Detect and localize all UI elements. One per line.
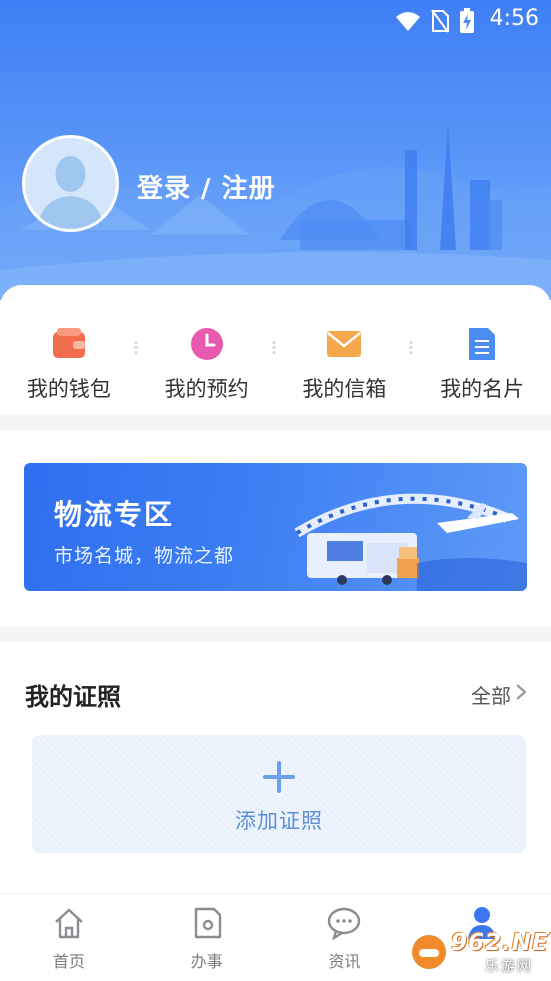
- quick-action-label: 我的预约: [164, 377, 249, 401]
- plus-icon: [263, 761, 295, 793]
- tab-tasks[interactable]: 办事: [138, 894, 276, 981]
- user-silhouette-icon: [25, 138, 116, 229]
- wifi-icon: [396, 12, 420, 31]
- tab-label: 办事: [190, 952, 223, 971]
- logistics-illustration: [294, 493, 527, 591]
- view-all-link[interactable]: 全部: [471, 680, 511, 709]
- tab-label: 首页: [52, 952, 85, 971]
- certificates-section: 我的证照 全部 添加证照: [0, 642, 551, 902]
- quick-actions: 我的钱包 我的预约 我的信箱 我的名片: [0, 285, 551, 415]
- home-icon: [50, 904, 88, 942]
- watermark-logo-text: 962.NET: [451, 930, 551, 956]
- quick-action-mailbox[interactable]: 我的信箱: [276, 285, 414, 415]
- tab-home[interactable]: 首页: [0, 894, 138, 981]
- avatar[interactable]: [22, 135, 119, 232]
- tab-label: 资讯: [328, 952, 361, 971]
- banner-section: 物流专区 市场名城，物流之都: [0, 430, 551, 627]
- clock-icon: [188, 325, 226, 363]
- controller-logo-icon: [412, 935, 446, 969]
- login-register-link[interactable]: 登录 / 注册: [137, 168, 276, 205]
- chat-icon: [325, 904, 363, 942]
- document-icon: [463, 325, 501, 363]
- quick-action-label: 我的钱包: [26, 377, 111, 401]
- quick-action-label: 我的名片: [440, 377, 525, 401]
- site-watermark: 962.NET 乐游网: [409, 928, 551, 976]
- add-certificate-button[interactable]: 添加证照: [32, 735, 526, 853]
- watermark-site-text: 乐游网: [485, 959, 533, 975]
- logistics-banner[interactable]: 物流专区 市场名城，物流之都: [24, 463, 527, 591]
- status-time: 4:56: [489, 6, 539, 31]
- quick-action-business-card[interactable]: 我的名片: [413, 285, 551, 415]
- tasks-icon: [188, 904, 226, 942]
- tab-news[interactable]: 资讯: [276, 894, 414, 981]
- wallet-icon: [50, 325, 88, 363]
- mail-icon: [325, 325, 363, 363]
- banner-title: 物流专区: [54, 498, 175, 531]
- status-bar: 4:56: [0, 0, 551, 40]
- quick-action-label: 我的信箱: [302, 377, 387, 401]
- chevron-right-icon[interactable]: [513, 682, 529, 702]
- profile-header: 4:56 登录 / 注册: [0, 0, 551, 300]
- quick-action-appointment[interactable]: 我的预约: [138, 285, 276, 415]
- section-title: 我的证照: [25, 683, 121, 711]
- add-certificate-label: 添加证照: [235, 809, 323, 833]
- battery-charging-icon: [460, 8, 474, 33]
- banner-subtitle: 市场名城，物流之都: [54, 545, 235, 567]
- no-sim-icon: [431, 9, 449, 33]
- quick-action-wallet[interactable]: 我的钱包: [0, 285, 138, 415]
